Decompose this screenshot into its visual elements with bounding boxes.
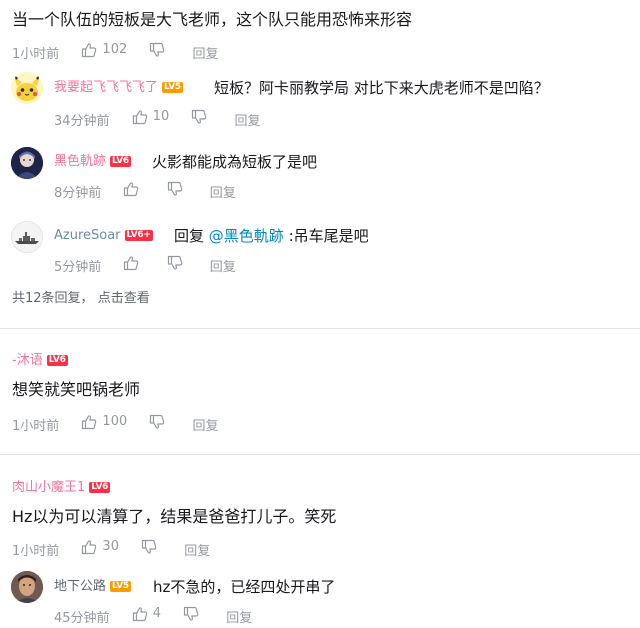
reply-time: 5分钟前 — [54, 260, 102, 275]
reply-text: :吊车尾是吧 — [288, 227, 369, 245]
reply-meta: 5分钟前 回复 — [54, 255, 254, 277]
person-avatar-icon — [11, 571, 43, 603]
reply-username[interactable]: 我要起飞飞飞飞了 LV5 — [54, 79, 183, 97]
like-button[interactable]: 100 — [81, 413, 127, 431]
level-badge: LV5 — [162, 82, 183, 93]
avatar[interactable] — [11, 571, 43, 603]
reply-button[interactable]: 回复 — [193, 418, 219, 436]
comment-time: 1小时前 — [12, 544, 60, 559]
comment-text: Hz以为可以清算了，结果是爸爸打儿子。笑死 — [12, 507, 337, 526]
username-text[interactable]: 肉山小魔王1 — [12, 480, 85, 495]
username-text[interactable]: -沐语 — [12, 353, 43, 368]
thumb-up-icon — [132, 606, 148, 622]
pikachu-avatar-icon — [11, 72, 43, 104]
comment-text: 想笑就笑吧锅老师 — [12, 380, 141, 399]
comment-meta: 1小时前 30 回复 — [12, 538, 228, 561]
mention-link[interactable]: @黑色軌跡 — [209, 227, 284, 245]
divider — [0, 454, 640, 455]
reply-username[interactable]: 地下公路 LV5 — [54, 578, 131, 596]
comment-text: 当一个队伍的短板是大飞老师，这个队只能用恐怖来形容 — [12, 10, 413, 29]
like-button[interactable]: 10 — [132, 108, 170, 126]
comment-username[interactable]: -沐语 LV6 — [12, 352, 68, 370]
reply-username[interactable]: 黑色軌跡 LV6 — [54, 153, 131, 171]
username-text[interactable]: 我要起飞飞飞飞了 — [54, 80, 158, 95]
reply-count-text: 共12条回复， — [12, 291, 94, 306]
thumb-down-icon — [191, 109, 207, 125]
reply-button[interactable]: 回复 — [235, 113, 261, 131]
thumb-up-icon — [81, 414, 97, 430]
level-badge: LV6 — [110, 156, 131, 167]
like-button[interactable]: 4 — [132, 605, 161, 623]
dislike-button[interactable] — [183, 606, 204, 622]
reply-button[interactable]: 回复 — [226, 610, 252, 628]
like-button[interactable]: 30 — [81, 538, 119, 556]
avatar[interactable] — [11, 147, 43, 179]
thumb-down-icon — [167, 181, 183, 197]
reply-button[interactable]: 回复 — [184, 543, 210, 561]
thumb-down-icon — [167, 255, 183, 271]
anime-avatar-icon — [11, 147, 43, 179]
reply-time: 45分钟前 — [54, 611, 110, 626]
thumb-down-icon — [149, 414, 165, 430]
comment-meta: 1小时前 102 回复 — [12, 41, 237, 64]
thumb-up-icon — [81, 539, 97, 555]
divider — [0, 328, 640, 329]
like-button[interactable]: 102 — [81, 41, 127, 59]
comment-username[interactable]: 肉山小魔王1 LV6 — [12, 479, 111, 497]
reply-prefix: 回复 — [174, 227, 205, 245]
reply-meta: 8分钟前 回复 — [54, 181, 254, 203]
dislike-button[interactable] — [149, 42, 170, 58]
more-replies: 共12条回复， 点击查看 — [12, 290, 150, 308]
like-button[interactable] — [123, 181, 144, 197]
comment-time: 1小时前 — [12, 47, 60, 62]
like-count: 4 — [152, 606, 161, 621]
ship-avatar-icon — [12, 222, 42, 252]
comment-meta: 1小时前 100 回复 — [12, 413, 237, 436]
like-count: 10 — [152, 109, 170, 124]
dislike-button[interactable] — [149, 414, 170, 430]
dislike-button[interactable] — [167, 255, 188, 271]
level-badge: LV6+ — [124, 230, 153, 241]
dislike-button[interactable] — [167, 181, 188, 197]
dislike-button[interactable] — [191, 109, 212, 125]
reply-text: 火影都能成為短板了是吧 — [152, 153, 318, 171]
reply-time: 34分钟前 — [54, 114, 110, 129]
reply-button[interactable]: 回复 — [193, 46, 219, 64]
thumb-down-icon — [141, 539, 157, 555]
level-badge: LV6 — [89, 482, 111, 493]
reply-button[interactable]: 回复 — [210, 259, 236, 277]
thumb-down-icon — [183, 606, 199, 622]
view-more-link[interactable]: 点击查看 — [98, 291, 150, 306]
thumb-up-icon — [123, 181, 139, 197]
like-count: 102 — [102, 42, 128, 57]
username-text[interactable]: 地下公路 — [54, 579, 106, 594]
dislike-button[interactable] — [141, 539, 162, 555]
reply-time: 8分钟前 — [54, 186, 102, 201]
username-text[interactable]: 黑色軌跡 — [54, 154, 106, 169]
like-count: 30 — [102, 539, 119, 554]
reply-text: 短板？阿卡丽教学局 对比下来大虎老师不是凹陷？ — [214, 79, 549, 97]
comment-time: 1小时前 — [12, 419, 60, 434]
reply-meta: 45分钟前 4 回复 — [54, 605, 270, 628]
thumb-down-icon — [149, 42, 165, 58]
like-count: 100 — [102, 414, 128, 429]
thumb-up-icon — [81, 42, 97, 58]
reply-username[interactable]: AzureSoar LV6+ — [54, 227, 153, 245]
reply-text: hz不急的，已经四处开串了 — [153, 578, 336, 596]
username-text[interactable]: AzureSoar — [54, 228, 121, 243]
thumb-up-icon — [123, 255, 139, 271]
level-badge: LV6 — [46, 355, 68, 366]
level-badge: LV5 — [110, 581, 131, 592]
reply-button[interactable]: 回复 — [210, 185, 236, 203]
like-button[interactable] — [123, 255, 144, 271]
avatar[interactable] — [11, 221, 43, 253]
avatar[interactable] — [11, 72, 43, 104]
reply-text-line: 回复 @黑色軌跡 :吊车尾是吧 — [174, 226, 369, 246]
reply-meta: 34分钟前 10 回复 — [54, 108, 279, 131]
thumb-up-icon — [132, 109, 148, 125]
